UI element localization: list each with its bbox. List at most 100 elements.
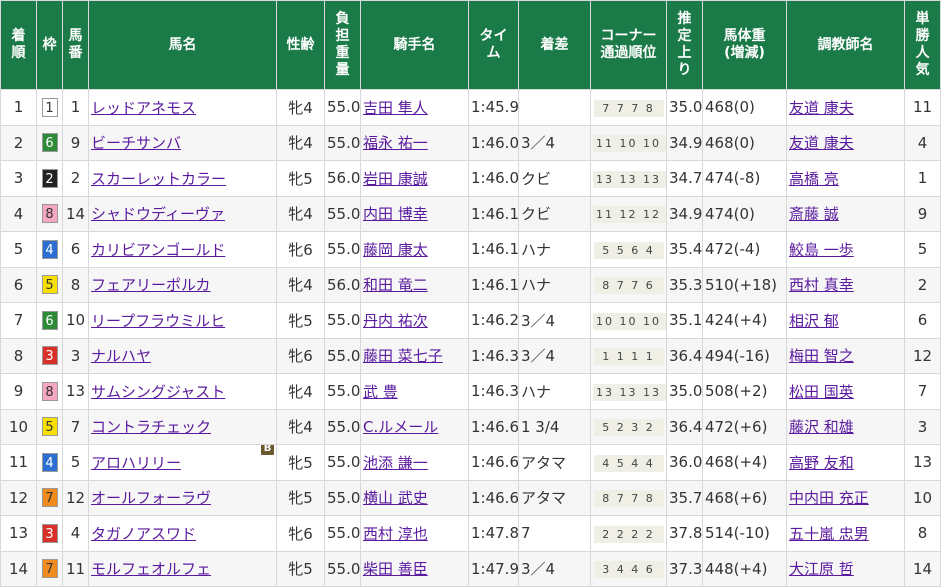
umaban-cell: 12 [62, 479, 89, 516]
trainer-link[interactable]: 松田 国英 [789, 383, 854, 401]
rank-cell: 6 [0, 266, 37, 303]
waku-cell: 8 [36, 373, 63, 410]
trainer-link[interactable]: 西村 真幸 [789, 276, 854, 294]
time-cell: 1:46.3 [468, 337, 519, 374]
jockey-cell: 西村 淳也 [360, 515, 469, 552]
trainer-link[interactable]: 斎藤 誠 [789, 205, 839, 223]
weight-cell: 55.0 [324, 124, 361, 161]
header-trainer: 調教師名 [786, 0, 905, 90]
table-row: 3 2 2 スカーレットカラー 牝5 56.0 岩田 康誠 1:46.0 クビ 13 13 13 … [0, 160, 941, 197]
result-body: 1 1 1 レッドアネモス 牝4 55.0 吉田 隼人 1:45.9 7 7 7 8 35.0 46… [0, 89, 941, 587]
horse-cell: ビーチサンバ [88, 124, 277, 161]
popularity-cell: 1 [904, 160, 941, 197]
margin-cell: 3／4 [518, 124, 591, 161]
bodyweight-cell: 468(+4) [702, 444, 787, 481]
waku-badge: 7 [41, 488, 58, 508]
corner-positions: 4 5 4 4 [593, 454, 664, 472]
jockey-link[interactable]: 横山 武史 [363, 489, 428, 507]
horse-link[interactable]: フェアリーポルカ [91, 276, 211, 294]
jockey-link[interactable]: 柴田 善臣 [363, 560, 428, 578]
waku-badge: 1 [41, 97, 58, 117]
weight-cell: 55.0 [324, 302, 361, 339]
last3f-cell: 36.0 [666, 444, 703, 481]
trainer-link[interactable]: 相沢 郁 [789, 312, 839, 330]
rank-cell: 3 [0, 160, 37, 197]
horse-link[interactable]: ビーチサンバ [91, 134, 181, 152]
umaban-cell: 13 [62, 373, 89, 410]
header-bodyweight: 馬体重 (増減) [702, 0, 787, 90]
margin-cell: ハナ [518, 373, 591, 410]
trainer-link[interactable]: 友道 康夫 [789, 134, 854, 152]
jockey-link[interactable]: 池添 謙一 [363, 454, 428, 472]
trainer-link[interactable]: 高野 友和 [789, 454, 854, 472]
jockey-link[interactable]: 藤田 菜七子 [363, 347, 443, 365]
trainer-link[interactable]: 藤沢 和雄 [789, 418, 854, 436]
rank-cell: 7 [0, 302, 37, 339]
horse-link[interactable]: アロハリリー [91, 454, 181, 472]
jockey-link[interactable]: 和田 竜二 [363, 276, 428, 294]
sexage-cell: 牝5 [276, 479, 325, 516]
trainer-cell: 松田 国英 [786, 373, 905, 410]
horse-link[interactable]: タガノアスワド [91, 525, 196, 543]
horse-link[interactable]: サムシングジャスト [91, 383, 225, 401]
waku-cell: 8 [36, 195, 63, 232]
bodyweight-cell: 468(+6) [702, 479, 787, 516]
table-row: 6 5 8 フェアリーポルカ 牝4 56.0 和田 竜二 1:46.1 ハナ 8 7 7 6 35.… [0, 266, 941, 303]
horse-link[interactable]: スカーレットカラー [91, 170, 226, 188]
trainer-link[interactable]: 中内田 充正 [789, 489, 869, 507]
horse-link[interactable]: オールフォーラヴ [91, 489, 211, 507]
trainer-link[interactable]: 大江原 哲 [789, 560, 854, 578]
weight-cell: 55.0 [324, 373, 361, 410]
rank-cell: 5 [0, 231, 37, 268]
horse-link[interactable]: レッドアネモス [91, 99, 196, 117]
time-cell: 1:46.6 [468, 479, 519, 516]
waku-cell: 6 [36, 302, 63, 339]
time-cell: 1:46.6 [468, 408, 519, 445]
jockey-link[interactable]: 丹内 祐次 [363, 312, 428, 330]
jockey-link[interactable]: 武 豊 [363, 383, 398, 401]
horse-link[interactable]: カリビアンゴールド [91, 241, 225, 259]
horse-link[interactable]: リープフラウミルヒ [91, 312, 225, 330]
table-row: 1 1 1 レッドアネモス 牝4 55.0 吉田 隼人 1:45.9 7 7 7 8 35.0 46… [0, 89, 941, 126]
jockey-link[interactable]: 岩田 康誠 [363, 170, 428, 188]
trainer-cell: 藤沢 和雄 [786, 408, 905, 445]
rank-cell: 1 [0, 89, 37, 126]
corner-cell: 5 5 6 4 [590, 231, 667, 268]
popularity-cell: 11 [904, 89, 941, 126]
header-sexage: 性齢 [276, 0, 325, 90]
weight-cell: 55.0 [324, 89, 361, 126]
trainer-link[interactable]: 梅田 智之 [789, 347, 854, 365]
jockey-link[interactable]: 西村 淳也 [363, 525, 428, 543]
trainer-link[interactable]: 鮫島 一歩 [789, 241, 854, 259]
jockey-link[interactable]: 内田 博幸 [363, 205, 428, 223]
margin-cell: ハナ [518, 231, 591, 268]
table-row: 10 5 7 コントラチェック 牝4 55.0 C.ルメール 1:46.6 1 3/4 5 2 3… [0, 408, 941, 445]
last3f-cell: 37.3 [666, 550, 703, 587]
jockey-cell: 内田 博幸 [360, 195, 469, 232]
bodyweight-cell: 494(-16) [702, 337, 787, 374]
table-row: 9813サムシングジャスト 牝455.0武 豊 1:46.3ハナ13 13 13 1… [0, 373, 941, 410]
last3f-cell: 34.9 [666, 124, 703, 161]
trainer-link[interactable]: 五十嵐 忠男 [789, 525, 869, 543]
bodyweight-cell: 474(-8) [702, 160, 787, 197]
sexage-cell: 牝4 [276, 89, 325, 126]
trainer-link[interactable]: 友道 康夫 [789, 99, 854, 117]
horse-link[interactable]: コントラチェック [91, 418, 211, 436]
jockey-link[interactable]: C.ルメール [363, 418, 438, 436]
corner-positions: 7 7 7 8 [593, 99, 664, 117]
horse-link[interactable]: シャドウディーヴァ [91, 205, 225, 223]
jockey-cell: 柴田 善臣 [360, 550, 469, 587]
jockey-link[interactable]: 吉田 隼人 [363, 99, 428, 117]
waku-cell: 4 [36, 444, 63, 481]
jockey-link[interactable]: 藤岡 康太 [363, 241, 428, 259]
trainer-link[interactable]: 高橋 亮 [789, 170, 839, 188]
time-cell: 1:46.3 [468, 373, 519, 410]
trainer-cell: 相沢 郁 [786, 302, 905, 339]
jockey-link[interactable]: 福永 祐一 [363, 134, 428, 152]
header-jockey: 騎手名 [360, 0, 469, 90]
corner-cell: 5 2 3 2 [590, 408, 667, 445]
waku-cell: 2 [36, 160, 63, 197]
horse-link[interactable]: ナルハヤ [91, 347, 151, 365]
sexage-cell: 牝4 [276, 124, 325, 161]
horse-link[interactable]: モルフェオルフェ [91, 560, 211, 578]
